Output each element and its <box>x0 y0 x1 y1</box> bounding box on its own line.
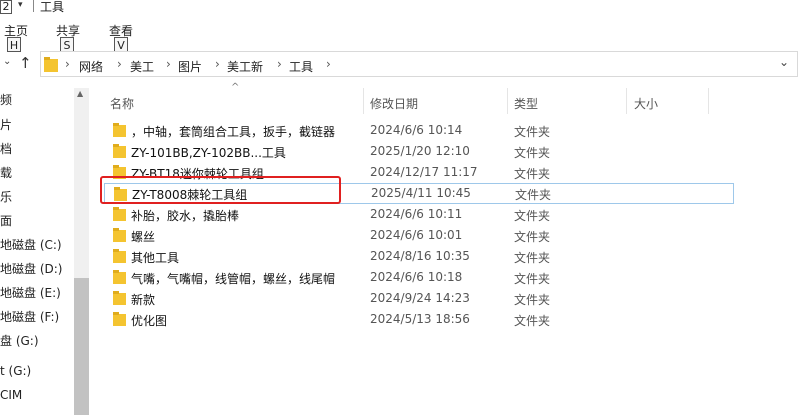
file-row[interactable]: 其他工具 2024/8/16 10:35 文件夹 <box>104 246 704 267</box>
breadcrumb-separator-icon[interactable]: › <box>166 57 171 71</box>
column-header-name[interactable]: 名称 <box>110 95 134 112</box>
nav-item-drive-g[interactable]: 盘 (G:) <box>0 332 39 349</box>
file-name: 优化图 <box>131 314 168 328</box>
qat-keytip: 2 <box>2 0 10 13</box>
file-modified: 2024/8/16 10:35 <box>370 249 470 263</box>
highlight-annotation <box>100 176 341 204</box>
nav-item[interactable]: 载 <box>0 164 12 181</box>
folder-icon <box>113 312 126 326</box>
breadcrumb-separator-icon[interactable]: › <box>326 57 331 71</box>
column-header-modified[interactable]: 修改日期 <box>370 95 418 112</box>
title-separator <box>33 0 34 12</box>
nav-item-drive-e[interactable]: 地磁盘 (E:) <box>0 284 61 301</box>
tab-view-label: 查看 <box>109 24 134 38</box>
breadcrumb-pictures[interactable]: 图片 <box>178 58 202 75</box>
breadcrumb-separator-icon[interactable]: › <box>65 57 70 71</box>
qat-dropdown-icon[interactable]: ▾ <box>18 0 23 10</box>
file-type: 文件夹 <box>514 209 551 223</box>
file-row[interactable]: 优化图 2024/5/13 18:56 文件夹 <box>104 309 704 330</box>
keytip-view: V <box>114 37 128 52</box>
breadcrumb-art[interactable]: 美工 <box>130 58 154 75</box>
folder-icon <box>113 144 126 158</box>
file-type: 文件夹 <box>514 230 551 244</box>
file-modified: 2024/6/6 10:14 <box>370 123 463 137</box>
file-type: 文件夹 <box>515 188 552 202</box>
nav-item[interactable]: 乐 <box>0 188 12 205</box>
file-modified: 2024/9/24 14:23 <box>370 291 470 305</box>
breadcrumb-tools[interactable]: 工具 <box>289 58 313 75</box>
folder-icon <box>113 207 126 221</box>
nav-item-network-g[interactable]: t (G:) <box>0 364 31 378</box>
column-header-size[interactable]: 大小 <box>634 95 658 112</box>
folder-icon <box>113 249 126 263</box>
folder-icon <box>44 57 58 72</box>
nav-item[interactable]: 片 <box>0 116 12 133</box>
file-name: 补胎，胶水，撬胎棒 <box>131 209 240 223</box>
column-header-type[interactable]: 类型 <box>514 95 538 112</box>
file-name: 新款 <box>131 293 156 307</box>
column-divider[interactable] <box>363 88 364 114</box>
nav-item-drive-c[interactable]: 地磁盘 (C:) <box>0 236 62 253</box>
keytip-share: S <box>60 37 74 52</box>
file-type: 文件夹 <box>514 251 551 265</box>
file-name: 螺丝 <box>131 230 156 244</box>
file-row[interactable]: 补胎，胶水，撬胎棒 2024/6/6 10:11 文件夹 <box>104 204 704 225</box>
window-title: 工具 <box>40 0 65 14</box>
file-row[interactable]: 螺丝 2024/6/6 10:01 文件夹 <box>104 225 704 246</box>
file-modified: 2025/1/20 12:10 <box>370 144 470 158</box>
file-modified: 2024/6/6 10:18 <box>370 270 463 284</box>
column-divider[interactable] <box>507 88 508 114</box>
folder-icon <box>113 291 126 305</box>
breadcrumb-separator-icon[interactable]: › <box>277 57 282 71</box>
file-type: 文件夹 <box>514 125 551 139</box>
file-type: 文件夹 <box>514 293 551 307</box>
folder-icon <box>113 270 126 284</box>
breadcrumb-network[interactable]: 网络 <box>79 58 103 75</box>
tab-share-label: 共享 <box>56 24 81 38</box>
file-name: ZY-101BB,ZY-102BB...工具 <box>131 146 286 160</box>
breadcrumb-separator-icon[interactable]: › <box>117 57 122 71</box>
folder-icon <box>113 123 126 137</box>
file-modified: 2024/12/17 11:17 <box>370 165 478 179</box>
nav-item-drive-f[interactable]: 地磁盘 (F:) <box>0 308 59 325</box>
file-type: 文件夹 <box>514 272 551 286</box>
nav-item[interactable]: 频 <box>0 91 12 108</box>
file-modified: 2024/6/6 10:11 <box>370 207 463 221</box>
file-modified: 2025/4/11 10:45 <box>371 186 471 200</box>
nav-scrollbar-thumb[interactable] <box>74 278 89 415</box>
qat-keytip-box: 2 <box>0 0 12 14</box>
column-divider[interactable] <box>708 88 709 114</box>
address-dropdown-chevron-icon[interactable]: ⌄ <box>779 55 789 69</box>
sort-indicator-icon: ^ <box>231 82 240 93</box>
tab-home-label: 主页 <box>4 24 29 38</box>
file-type: 文件夹 <box>514 314 551 328</box>
file-name: ，中轴，套筒组合工具，扳手，截链器 <box>131 125 336 139</box>
file-modified: 2024/5/13 18:56 <box>370 312 470 326</box>
file-row[interactable]: 新款 2024/9/24 14:23 文件夹 <box>104 288 704 309</box>
file-row[interactable]: ZY-101BB,ZY-102BB...工具 2025/1/20 12:10 文… <box>104 141 704 162</box>
nav-item-cim[interactable]: CIM <box>0 388 22 402</box>
file-modified: 2024/6/6 10:01 <box>370 228 463 242</box>
folder-icon <box>113 228 126 242</box>
nav-item[interactable]: 面 <box>0 212 12 229</box>
breadcrumb-separator-icon[interactable]: › <box>215 57 220 71</box>
file-row[interactable]: ，中轴，套筒组合工具，扳手，截链器 2024/6/6 10:14 文件夹 <box>104 120 704 141</box>
scroll-up-arrow-icon[interactable]: ▲ <box>77 89 83 98</box>
file-row[interactable]: 气嘴，气嘴帽，线管帽，螺丝，线尾帽 2024/6/6 10:18 文件夹 <box>104 267 704 288</box>
file-type: 文件夹 <box>514 167 551 181</box>
column-divider[interactable] <box>626 88 627 114</box>
breadcrumb-art-new[interactable]: 美工新 <box>227 58 263 75</box>
address-bar[interactable]: › 网络 › 美工 › 图片 › 美工新 › 工具 › ⌄ <box>40 51 798 77</box>
nav-item-drive-d[interactable]: 地磁盘 (D:) <box>0 260 62 277</box>
up-arrow-icon[interactable]: ↑ <box>19 54 32 72</box>
file-type: 文件夹 <box>514 146 551 160</box>
keytip-home: H <box>7 37 21 52</box>
recent-locations-chevron-icon[interactable]: ⌄ <box>3 56 11 67</box>
file-name: 气嘴，气嘴帽，线管帽，螺丝，线尾帽 <box>131 272 336 286</box>
file-name: 其他工具 <box>131 251 180 265</box>
nav-item[interactable]: 档 <box>0 140 12 157</box>
